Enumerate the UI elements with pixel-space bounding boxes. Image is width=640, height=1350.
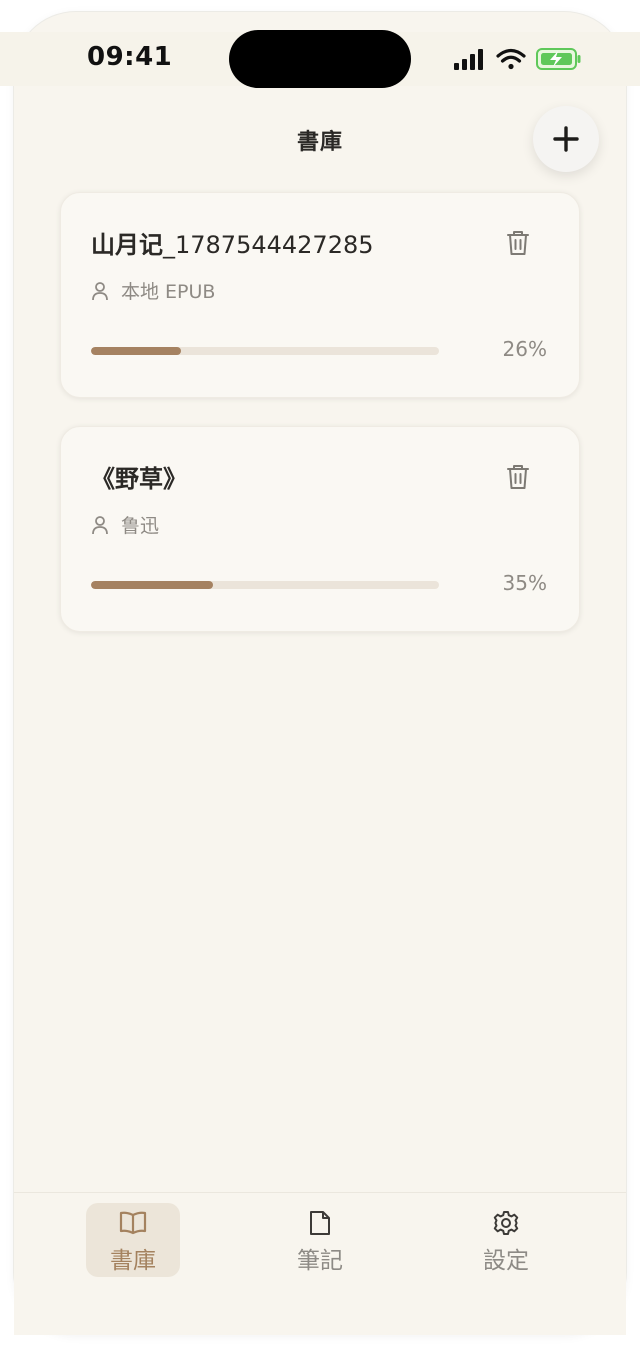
tab-settings[interactable]: 設定	[459, 1203, 553, 1277]
progress-bar	[91, 581, 439, 589]
tab-bar: 書庫 筆記 設定	[14, 1192, 626, 1335]
person-icon	[92, 515, 108, 534]
progress-percent: 35%	[502, 571, 547, 595]
progress-fill	[91, 581, 213, 589]
book-card[interactable]: 《野草》 鲁迅 35%	[60, 426, 580, 632]
tab-label: 筆記	[297, 1248, 343, 1274]
book-author: 本地 EPUB	[121, 281, 216, 303]
book-card[interactable]: 山月记_1787544427285 本地 EPUB 26%	[60, 192, 580, 398]
tab-label: 書庫	[110, 1248, 156, 1274]
book-title: 山月记_1787544427285	[91, 231, 374, 259]
document-icon	[310, 1211, 330, 1235]
tab-label: 設定	[483, 1248, 529, 1274]
book-author-row: 鲁迅	[91, 511, 159, 538]
book-title: 《野草》	[91, 465, 187, 493]
book-author-row: 本地 EPUB	[91, 277, 215, 304]
signal-icon	[454, 49, 483, 70]
book-author: 鲁迅	[121, 515, 160, 537]
progress-fill	[91, 347, 182, 355]
status-icons	[452, 44, 582, 74]
plus-icon	[553, 126, 579, 152]
gear-icon	[493, 1211, 519, 1235]
trash-icon[interactable]	[505, 229, 531, 257]
battery-charging-icon	[536, 48, 581, 70]
trash-icon[interactable]	[505, 463, 531, 491]
dynamic-island	[229, 30, 411, 88]
book-open-icon	[119, 1211, 147, 1235]
progress-percent: 26%	[502, 337, 547, 361]
progress-bar	[91, 347, 439, 355]
status-time: 09:41	[87, 42, 173, 72]
add-book-button[interactable]	[533, 106, 599, 172]
tab-library[interactable]: 書庫	[86, 1203, 180, 1277]
person-icon	[92, 281, 108, 300]
tab-notes[interactable]: 筆記	[273, 1203, 367, 1277]
wifi-icon	[496, 48, 526, 70]
